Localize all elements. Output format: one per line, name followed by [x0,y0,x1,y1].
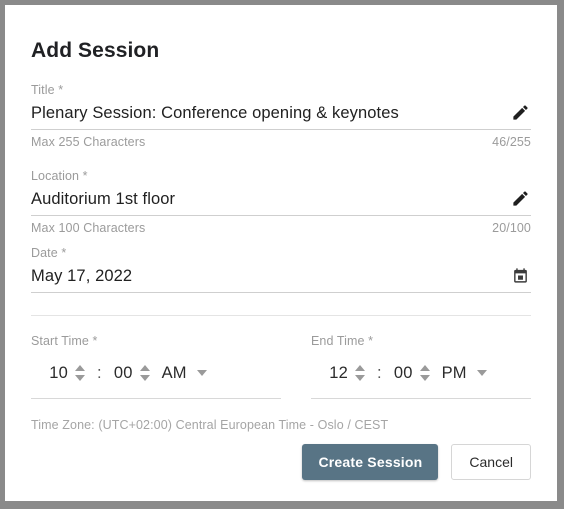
date-field: Date * May 17, 2022 [31,246,531,293]
end-time-controls[interactable]: 12 : 00 PM [311,359,531,399]
create-session-button[interactable]: Create Session [302,444,439,480]
start-time-hour[interactable]: 10 [47,364,68,383]
chevron-down-icon[interactable] [355,375,365,381]
location-max-chars: Max 100 Characters [31,221,146,235]
end-time-meridiem[interactable]: PM [442,364,467,383]
timezone-note: Time Zone: (UTC+02:00) Central European … [31,418,389,432]
end-time-hour[interactable]: 12 [327,364,348,383]
start-time-field: Start Time * 10 : 00 AM [31,334,281,399]
date-input-row[interactable]: May 17, 2022 [31,264,531,293]
start-minute-stepper[interactable] [139,360,150,386]
title-input[interactable]: Plenary Session: Conference opening & ke… [31,102,509,124]
chevron-down-icon[interactable] [75,375,85,381]
start-time-minute[interactable]: 00 [112,364,133,383]
end-hour-stepper[interactable] [355,360,365,386]
chevron-down-icon[interactable] [476,370,487,376]
location-field: Location * Auditorium 1st floor Max 100 … [31,169,531,236]
dialog-title: Add Session [31,39,160,62]
date-field-label: Date * [31,246,67,260]
pencil-icon[interactable] [509,101,531,123]
start-hour-stepper[interactable] [75,360,85,386]
end-time-field: End Time * 12 : 00 PM [281,334,531,399]
dialog-actions: Create Session Cancel [302,444,531,480]
chevron-up-icon[interactable] [139,365,150,371]
location-helper-row: Max 100 Characters 20/100 [31,221,531,236]
chevron-up-icon[interactable] [419,365,430,371]
title-field: Title * Plenary Session: Conference open… [31,83,531,150]
title-helper-row: Max 255 Characters 46/255 [31,135,531,150]
end-time-label: End Time * [311,334,374,348]
title-char-counter: 46/255 [492,135,531,149]
end-time-separator: : [377,363,382,382]
cancel-button[interactable]: Cancel [451,444,531,480]
chevron-up-icon[interactable] [75,365,85,371]
chevron-up-icon[interactable] [355,365,365,371]
title-field-label: Title * [31,83,64,97]
end-minute-stepper[interactable] [419,360,430,386]
time-row: Start Time * 10 : 00 AM End Time * 12: … [31,334,531,399]
add-session-dialog: Add Session Title * Plenary Session: Con… [5,5,557,501]
location-input-row[interactable]: Auditorium 1st floor [31,187,531,216]
section-divider [31,315,531,316]
title-input-row[interactable]: Plenary Session: Conference opening & ke… [31,101,531,130]
calendar-icon[interactable] [509,264,531,286]
date-input[interactable]: May 17, 2022 [31,265,509,287]
window-frame: Add Session Title * Plenary Session: Con… [0,0,564,509]
start-time-meridiem[interactable]: AM [162,364,187,383]
chevron-down-icon[interactable] [419,375,430,381]
location-char-counter: 20/100 [492,221,531,235]
end-time-minute[interactable]: 00 [392,364,413,383]
start-time-separator: : [97,363,102,382]
title-max-chars: Max 255 Characters [31,135,146,149]
chevron-down-icon[interactable] [139,375,150,381]
start-time-label: Start Time * [31,334,98,348]
start-time-controls[interactable]: 10 : 00 AM [31,359,281,399]
chevron-down-icon[interactable] [196,370,207,376]
location-input[interactable]: Auditorium 1st floor [31,188,509,210]
location-field-label: Location * [31,169,88,183]
pencil-icon[interactable] [509,187,531,209]
